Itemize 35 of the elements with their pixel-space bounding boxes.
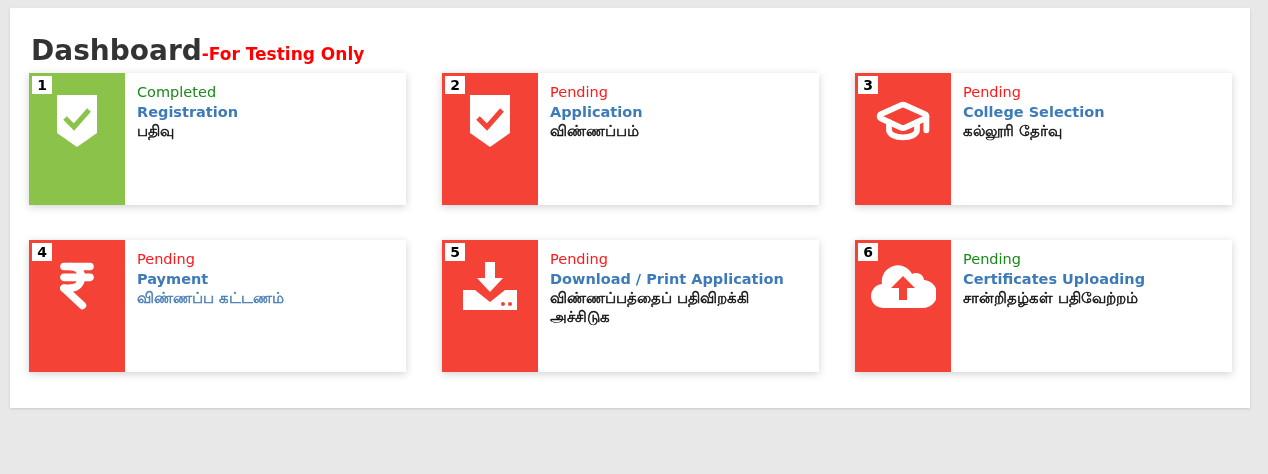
step-card[interactable]: 2 Pending Application விண்ணப்பம் — [442, 73, 819, 205]
status-label: Pending — [137, 250, 196, 269]
status-label: Pending — [963, 83, 1022, 102]
status-label: Pending — [550, 250, 609, 269]
step-number: 5 — [445, 243, 465, 261]
shield-check-icon — [54, 93, 100, 149]
step-card[interactable]: 6 Pending Certificates Uploading சான்றிதழ்கள் பதிவேற்றம் — [855, 240, 1232, 372]
step-number: 4 — [32, 243, 52, 261]
testing-note: -For Testing Only — [201, 44, 365, 66]
step-card[interactable]: 4 Pending Payment விண்ணப்ப கட்டணம் — [29, 240, 406, 372]
tamil-subtitle: விண்ணப்பத்தைப் பதிவிறக்கி அச்சிடுக — [550, 289, 750, 327]
step-title[interactable]: Application — [550, 102, 643, 122]
step-title[interactable]: Certificates Uploading — [963, 269, 1146, 289]
tamil-subtitle: விண்ணப்பம் — [550, 122, 640, 141]
step-title[interactable]: Payment — [137, 269, 284, 289]
step-number: 2 — [445, 76, 465, 94]
status-label: Pending — [963, 250, 1022, 269]
step-card[interactable]: 3 Pending College Selection கல்லூரி தேர்வு — [855, 73, 1232, 205]
shield-check-icon — [467, 93, 513, 149]
page-title: Dashboard — [31, 33, 202, 69]
step-number: 3 — [858, 76, 878, 94]
tamil-subtitle: கல்லூரி தேர்வு — [963, 122, 1063, 141]
step-title[interactable]: Registration — [137, 102, 239, 122]
step-title[interactable]: Download / Print Application — [550, 269, 810, 289]
tamil-subtitle: சான்றிதழ்கள் பதிவேற்றம் — [963, 289, 1139, 308]
step-number: 6 — [858, 243, 878, 261]
tamil-subtitle: விண்ணப்ப கட்டணம் — [137, 289, 284, 308]
status-label: Pending — [550, 83, 609, 102]
step-title[interactable]: College Selection — [963, 102, 1105, 122]
step-number: 1 — [32, 76, 52, 94]
status-label: Completed — [137, 83, 218, 102]
step-card[interactable]: 1 Completed Registration பதிவு — [29, 73, 406, 205]
step-card[interactable]: 5 Pending Download / Print Application விண்ணப்பத்தைப் பதிவிறக்கி அச்சிடுக — [442, 240, 819, 372]
download-icon — [461, 260, 519, 312]
tamil-subtitle: பதிவு — [137, 122, 175, 141]
